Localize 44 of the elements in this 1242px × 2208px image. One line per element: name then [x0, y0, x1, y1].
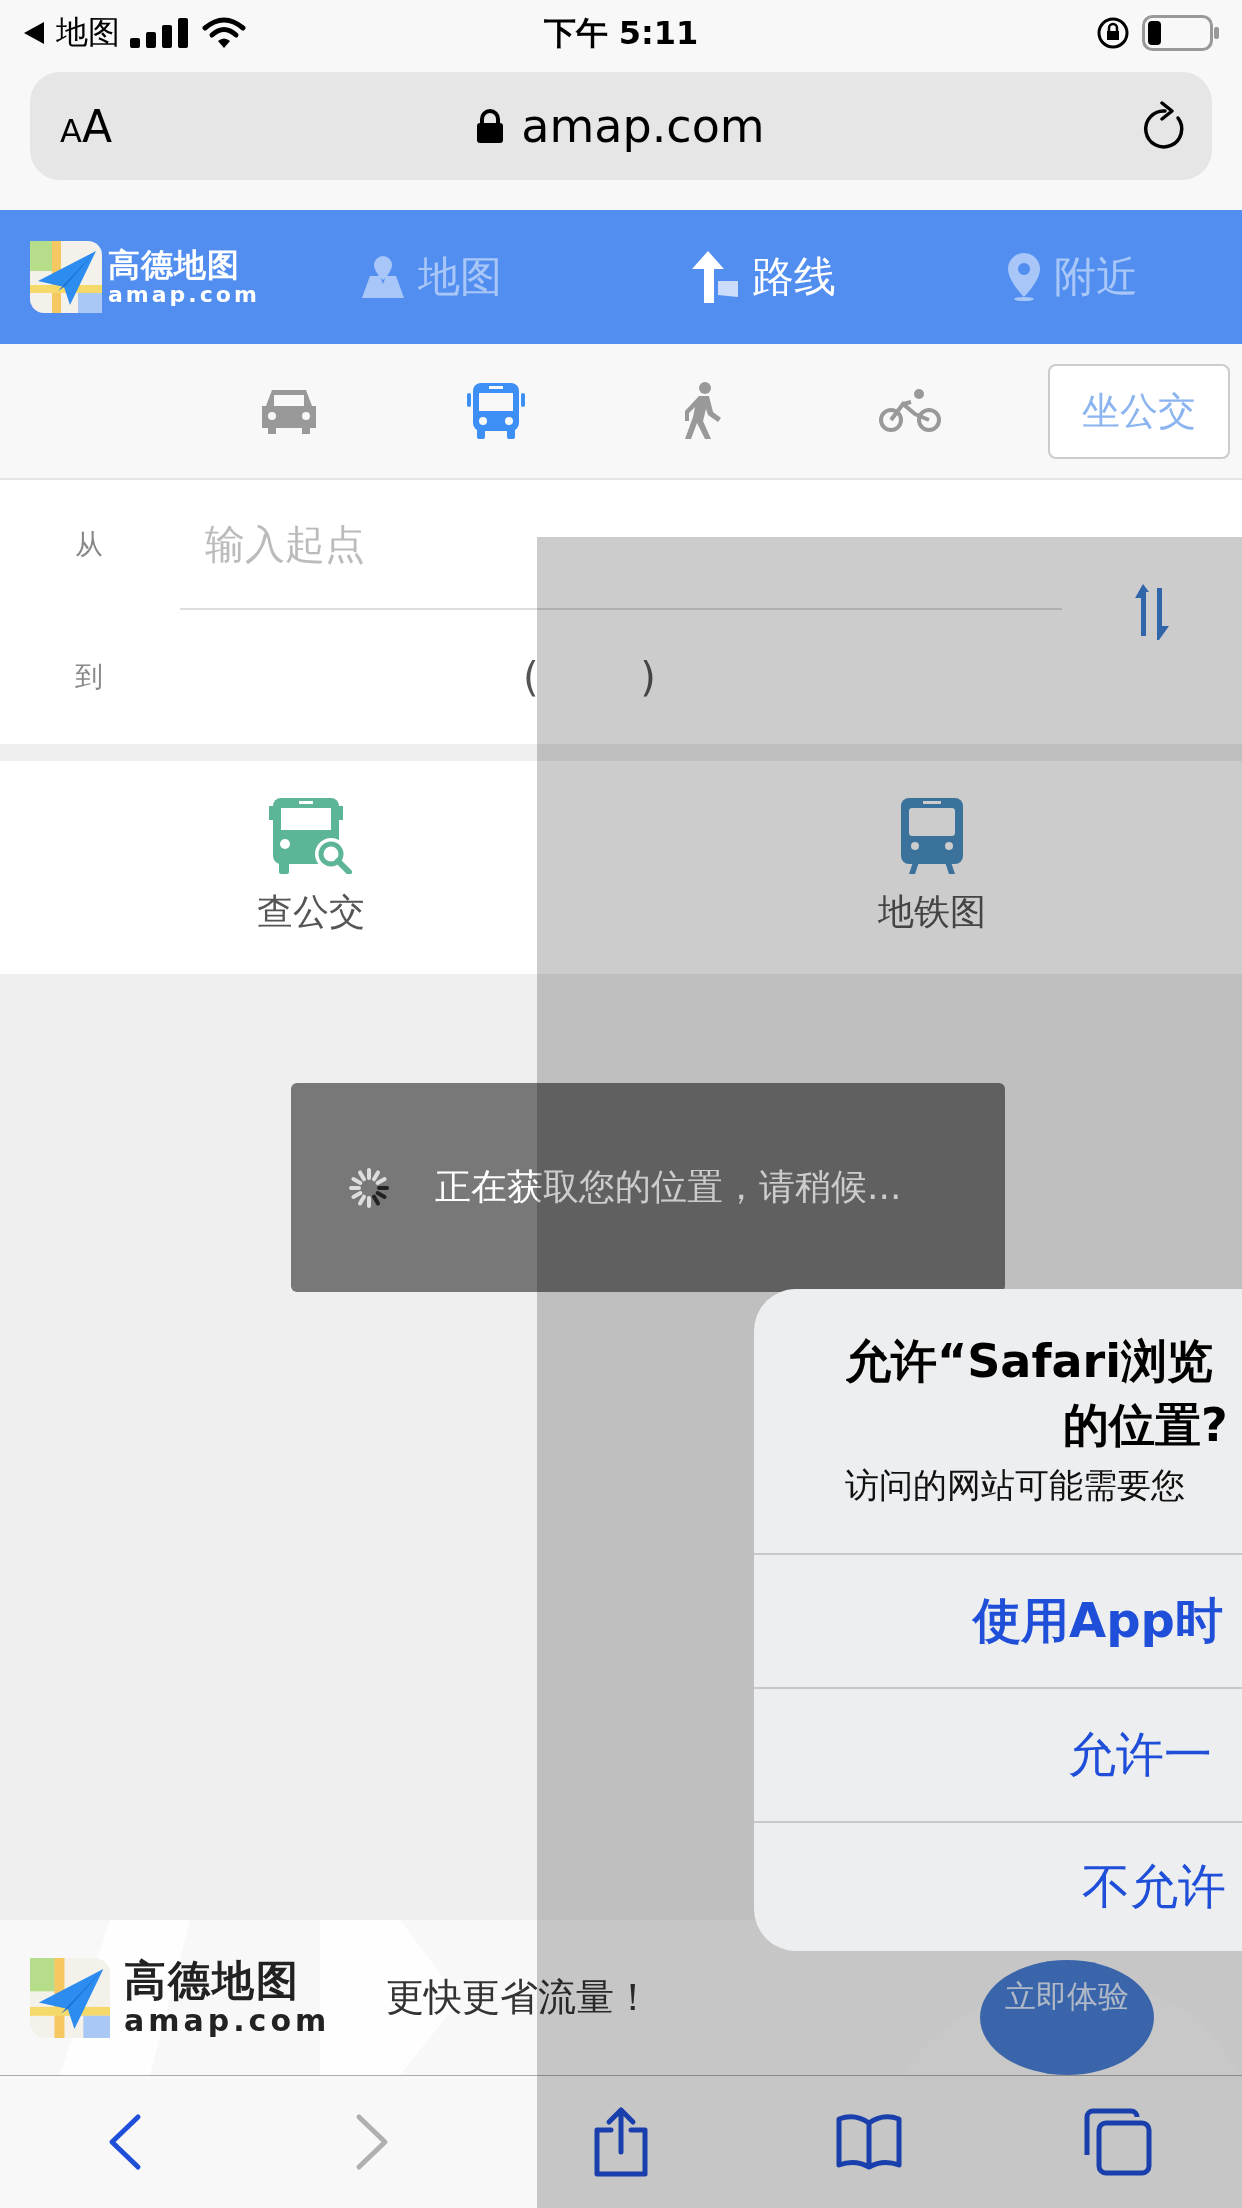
route-form[interactable]: 从 输入起点 到 ( )	[0, 480, 1242, 744]
app-logo-icon[interactable]	[30, 1957, 110, 2038]
location-pin-icon	[1006, 253, 1042, 301]
nav-tab[interactable]: 路线	[692, 249, 836, 305]
dialog-title: 允许“Safari浏览	[845, 1333, 1214, 1390]
bus-search-icon	[268, 798, 353, 874]
dialog-button[interactable]: 允许一	[754, 1687, 1242, 1821]
banner-slogan: 更快更省流量！	[386, 1974, 653, 2021]
to-label: 到	[74, 659, 104, 695]
dialog-title: 的位置?	[1063, 1397, 1229, 1454]
loading-spinner-icon	[347, 1165, 391, 1210]
dialog-button[interactable]: 使用App时	[754, 1553, 1242, 1687]
map-pin-icon	[360, 254, 406, 300]
bus-icon	[466, 383, 525, 439]
toast-message: 正在获取您的位置，请稍候...	[435, 1165, 902, 1209]
brand-name: 高德地图	[108, 248, 241, 281]
try-now-button[interactable]: 立即体验	[980, 1960, 1154, 2075]
bicycle-icon	[878, 388, 941, 434]
tool-card[interactable]: 查公交	[0, 761, 621, 974]
destination-field[interactable]: ( )	[523, 654, 656, 700]
app-logo-icon[interactable]	[30, 241, 102, 313]
tool-card[interactable]: 地铁图	[621, 761, 1242, 974]
rotation-lock-icon	[1096, 16, 1130, 50]
car-icon	[259, 388, 318, 434]
back-app-label[interactable]: 地图	[56, 11, 120, 55]
tabs-icon[interactable]	[1082, 2107, 1153, 2177]
from-label: 从	[74, 527, 104, 563]
brand-domain: amap.com	[124, 2005, 331, 2036]
text-size-button[interactable]: AA	[60, 100, 112, 152]
url-text[interactable]: amap.com	[521, 99, 765, 153]
wifi-icon	[202, 17, 246, 49]
brand-name: 高德地图	[124, 1959, 301, 2002]
dialog-button[interactable]: 不允许	[754, 1821, 1242, 1951]
battery-icon	[1142, 15, 1220, 51]
clock-time: 下午 5:11	[543, 13, 699, 54]
book-icon[interactable]	[835, 2113, 904, 2171]
brand-domain: amap.com	[108, 283, 260, 306]
lock-icon	[477, 109, 504, 143]
swap-icon[interactable]	[1135, 584, 1169, 640]
back-icon[interactable]	[22, 20, 46, 46]
up-arrow-icon	[692, 251, 740, 303]
walking-person-icon	[682, 382, 723, 440]
train-icon	[900, 798, 963, 874]
dialog-message: 访问的网站可能需要您	[845, 1464, 1186, 1507]
